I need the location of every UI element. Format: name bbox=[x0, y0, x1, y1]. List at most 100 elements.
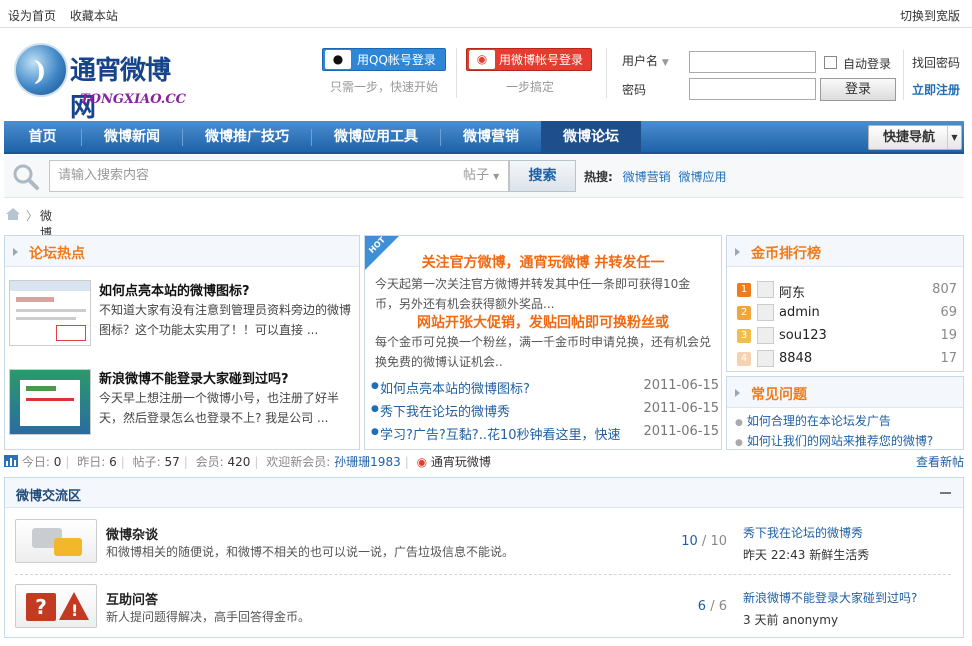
stats-today: 0 bbox=[53, 455, 62, 469]
ranking-username[interactable]: admin bbox=[779, 305, 820, 320]
last-post-meta: 3 天前 anonymy bbox=[743, 613, 839, 627]
ranking-row[interactable]: 4 8848 17 bbox=[737, 350, 957, 368]
site-logo[interactable]: ) 通宵微博网 TONGXIAO.CC bbox=[8, 40, 193, 123]
password-input[interactable] bbox=[689, 78, 816, 100]
nav-weibo-news[interactable]: 微博新闻 bbox=[82, 121, 182, 154]
hot-thread-desc: 今天早上想注册一个微博小号，也注册了好半天，然后登录怎么也登录不上? 我是公司 … bbox=[99, 391, 340, 425]
search-input[interactable]: 请输入搜索内容 bbox=[49, 160, 462, 192]
forum-counts: 6 / 6 bbox=[697, 599, 727, 614]
new-member-link[interactable]: 孙珊珊1983 bbox=[334, 455, 401, 469]
question-warning-icon[interactable]: ? ! bbox=[15, 584, 97, 628]
forum-last-post: 秀下我在论坛的微博秀 昨天 22:43 新鲜生活秀 bbox=[743, 524, 869, 563]
avatar bbox=[757, 327, 774, 344]
register-link[interactable]: 立即注册 bbox=[912, 81, 960, 98]
hot-thread-title[interactable]: 新浪微博不能登录大家碰到过吗? bbox=[99, 368, 289, 387]
hot-thread-desc: 不知道大家有没有注意到管理员资料旁边的微博图标？这个功能太实用了！！可以直接 .… bbox=[99, 303, 352, 337]
hot-search-term[interactable]: 微博营销 bbox=[623, 170, 671, 184]
nav-promo-tips[interactable]: 微博推广技巧 bbox=[183, 121, 311, 154]
chat-bubble-icon[interactable] bbox=[15, 519, 97, 563]
hot-thread-title[interactable]: 如何点亮本站的微博图标? bbox=[99, 280, 250, 299]
nav-app-tools[interactable]: 微博应用工具 bbox=[312, 121, 440, 154]
username-label: 用户名 ▼ bbox=[622, 54, 669, 68]
svg-text:!: ! bbox=[71, 601, 78, 620]
stats-chart-icon bbox=[4, 455, 18, 467]
faq-panel: 常见问题 ● 如何合理的在本论坛发广告 ● 如何让我们的网站来推荐您的微博? bbox=[726, 376, 964, 450]
official-weibo-link[interactable]: 通宵玩微博 bbox=[431, 455, 491, 469]
nav-home[interactable]: 首页 bbox=[4, 121, 81, 154]
thread-link[interactable]: 如何点亮本站的微博图标? bbox=[380, 378, 635, 397]
bullet-icon bbox=[735, 248, 740, 256]
panel-title: 论坛热点 bbox=[29, 246, 85, 262]
search-icon bbox=[13, 164, 39, 190]
forum-row: 微博杂谈 和微博相关的随便说，和微博不相关的也可以说一说，广告垃圾信息不能说。 … bbox=[5, 519, 963, 581]
promo-panel: HOT 关注官方微博，通宵玩微博 并转发任一 今天起第一次关注官方微博并转发其中… bbox=[364, 235, 722, 450]
bullet-icon bbox=[13, 248, 18, 256]
promo-text: 今天起第一次关注官方微博并转发其中任一条即可获得10金币，另外还有机会获得额外奖… bbox=[375, 277, 691, 311]
faq-item[interactable]: ● 如何合理的在本论坛发广告 bbox=[735, 412, 891, 429]
last-post-link[interactable]: 新浪微博不能登录大家碰到过吗? bbox=[743, 589, 917, 606]
thread-thumbnail[interactable] bbox=[9, 280, 91, 346]
divider bbox=[606, 48, 607, 98]
forum-category: 微博交流区 微博杂谈 和微博相关的随便说，和微博不相关的也可以说一说，广告垃圾信… bbox=[4, 477, 964, 638]
qq-penguin-icon: ● bbox=[325, 50, 351, 69]
ranking-username[interactable]: sou123 bbox=[779, 328, 827, 343]
auto-login-label: 自动登录 bbox=[843, 57, 892, 71]
thread-date: 2011-06-15 bbox=[643, 378, 719, 393]
faq-item[interactable]: ● 如何让我们的网站来推荐您的微博? bbox=[735, 432, 933, 449]
ranking-coins: 69 bbox=[940, 305, 957, 320]
thread-list-item[interactable]: ● 学习?广告?互黏?..花10秒钟看这里，快速 2011-06-15 bbox=[371, 423, 719, 443]
ranking-coins: 807 bbox=[932, 282, 957, 297]
search-type-select[interactable]: 帖子 ▼ bbox=[459, 160, 509, 192]
collapse-icon[interactable] bbox=[940, 492, 951, 494]
weibo-login-button[interactable]: ◉ 用微博帐号登录 bbox=[466, 48, 592, 71]
avatar bbox=[757, 281, 774, 298]
rank-badge: 4 bbox=[737, 352, 751, 366]
forum-desc: 新人提问题得解决，高手回答得金币。 bbox=[106, 610, 311, 624]
stats-yesterday: 6 bbox=[109, 455, 117, 469]
hot-search-term[interactable]: 微博应用 bbox=[678, 170, 726, 184]
promo-headline[interactable]: 网站开张大促销，发贴回帖即可换粉丝或 bbox=[365, 312, 721, 332]
view-new-posts-link[interactable]: 查看新帖 bbox=[916, 453, 964, 470]
bookmark-link[interactable]: 收藏本站 bbox=[70, 9, 118, 23]
promo-headline[interactable]: 关注官方微博，通宵玩微博 并转发任一 bbox=[365, 252, 721, 272]
ranking-row[interactable]: 3 sou123 19 bbox=[737, 327, 957, 345]
forum-last-post: 新浪微博不能登录大家碰到过吗? 3 天前 anonymy bbox=[743, 589, 917, 628]
forum-row: ? ! 互助问答 新人提问题得解决，高手回答得金币。 6 / 6 新浪微博不能登… bbox=[5, 584, 963, 646]
chevron-right-icon: 〉 bbox=[26, 209, 39, 223]
set-home-link[interactable]: 设为首页 bbox=[8, 9, 56, 23]
forum-name[interactable]: 互助问答 bbox=[106, 589, 158, 608]
thread-link[interactable]: 学习?广告?互黏?..花10秒钟看这里，快速 bbox=[380, 424, 635, 443]
avatar bbox=[757, 304, 774, 321]
home-icon[interactable] bbox=[6, 208, 20, 220]
qq-login-button[interactable]: ● 用QQ帐号登录 bbox=[322, 48, 446, 71]
auto-login-checkbox[interactable] bbox=[824, 56, 837, 69]
thread-date: 2011-06-15 bbox=[643, 401, 719, 416]
thread-link[interactable]: 秀下我在论坛的微博秀 bbox=[380, 401, 635, 420]
find-password-link[interactable]: 找回密码 bbox=[912, 54, 960, 71]
thread-list-item[interactable]: ● 如何点亮本站的微博图标? 2011-06-15 bbox=[371, 377, 719, 397]
ranking-row[interactable]: 2 admin 69 bbox=[737, 304, 957, 322]
username-input[interactable] bbox=[689, 51, 816, 73]
switch-width-link[interactable]: 切换到宽版 bbox=[900, 7, 960, 24]
search-button[interactable]: 搜索 bbox=[509, 160, 576, 192]
quick-nav-button[interactable]: 快捷导航 ▼ bbox=[868, 125, 962, 150]
weibo-icon: ◉ bbox=[469, 50, 495, 69]
main-nav: 首页 微博新闻 微博推广技巧 微博应用工具 微博营销 微博论坛 快捷导航 ▼ bbox=[4, 121, 964, 154]
nav-forum[interactable]: 微博论坛 bbox=[541, 121, 641, 154]
forum-stats-bar: 今日: 0 | 昨日: 6 | 帖子: 57 | 会员: 420 | 欢迎新会员: 孙珊… bbox=[4, 453, 964, 471]
login-button[interactable]: 登录 bbox=[820, 78, 896, 101]
chevron-down-icon: ▼ bbox=[947, 126, 961, 149]
forum-name[interactable]: 微博杂谈 bbox=[106, 524, 158, 543]
rank-badge: 3 bbox=[737, 329, 751, 343]
nav-marketing[interactable]: 微博营销 bbox=[441, 121, 541, 154]
thread-list-item[interactable]: ● 秀下我在论坛的微博秀 2011-06-15 bbox=[371, 400, 719, 420]
ranking-row[interactable]: 1 阿东 807 bbox=[737, 281, 957, 301]
bullet-icon: ● bbox=[371, 427, 379, 437]
ranking-username[interactable]: 阿东 bbox=[779, 282, 805, 301]
category-title[interactable]: 微博交流区 bbox=[16, 485, 81, 504]
coin-ranking-panel: 金币排行榜 1 阿东 807 2 admin 69 3 sou123 19 4 … bbox=[726, 235, 964, 372]
last-post-meta: 昨天 22:43 新鲜生活秀 bbox=[743, 548, 870, 562]
ranking-username[interactable]: 8848 bbox=[779, 351, 812, 366]
last-post-link[interactable]: 秀下我在论坛的微博秀 bbox=[743, 524, 869, 541]
thread-thumbnail[interactable] bbox=[9, 369, 91, 435]
